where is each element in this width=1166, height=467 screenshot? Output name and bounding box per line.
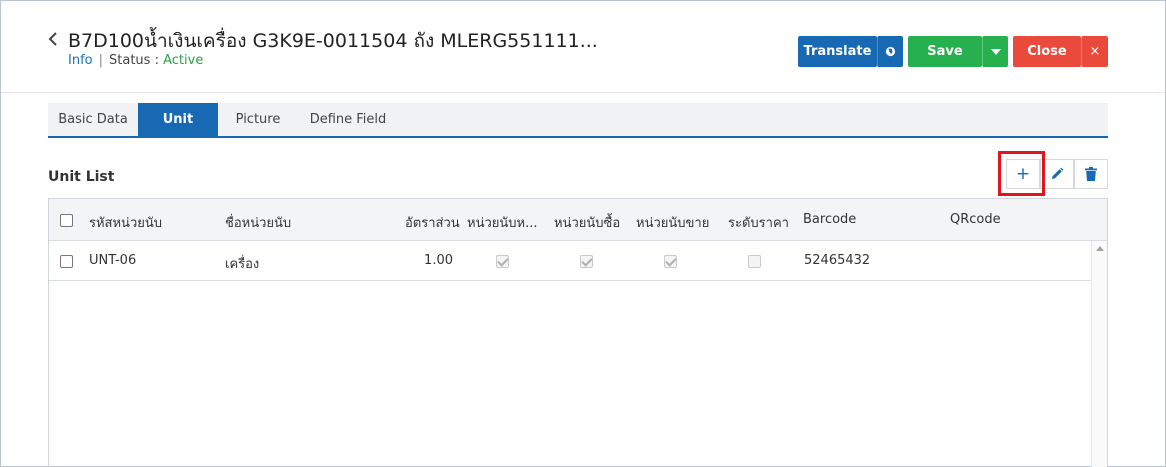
tab-basic-data[interactable]: Basic Data xyxy=(48,103,138,136)
table-row[interactable]: UNT-06 เครื่อง 1.00 52465432 xyxy=(49,241,1091,281)
col-price-level[interactable]: ระดับราคา xyxy=(728,212,789,233)
status-label: Status xyxy=(109,53,151,68)
scroll-up-icon[interactable] xyxy=(1096,246,1104,251)
col-base-unit[interactable]: หน่วยนับห... xyxy=(467,212,537,233)
info-link[interactable]: Info xyxy=(68,53,93,68)
cell-sales-unit-checkbox xyxy=(664,255,677,268)
unit-list-title: Unit List xyxy=(48,169,115,185)
status-line: Info | Status : Active xyxy=(68,53,203,68)
save-button[interactable]: Save xyxy=(908,36,982,67)
plus-icon: + xyxy=(1015,163,1031,184)
col-qrcode[interactable]: QRcode xyxy=(950,212,1001,227)
tab-unit[interactable]: Unit xyxy=(138,103,218,136)
unit-grid: รหัสหน่วยนับ ชื่อหน่วยนับ อัตราส่วน หน่ว… xyxy=(48,198,1108,467)
select-all-checkbox[interactable] xyxy=(60,214,73,227)
trash-icon xyxy=(1085,167,1097,181)
col-unit-name[interactable]: ชื่อหน่วยนับ xyxy=(225,212,291,233)
status-value: Active xyxy=(163,53,204,68)
cell-unit-code: UNT-06 xyxy=(89,253,137,268)
page-title: B7D100น้ำเงินเครื่อง G3K9E-0011504 ถัง M… xyxy=(68,30,598,52)
cell-unit-name: เครื่อง xyxy=(225,257,260,272)
grid-header: รหัสหน่วยนับ ชื่อหน่วยนับ อัตราส่วน หน่ว… xyxy=(49,199,1107,241)
col-ratio[interactable]: อัตราส่วน xyxy=(405,212,460,233)
chevron-left-icon[interactable] xyxy=(45,29,61,49)
cell-price-level-checkbox xyxy=(748,255,761,268)
translate-globe-button[interactable] xyxy=(877,36,903,67)
grid-scrollbar[interactable] xyxy=(1091,241,1107,467)
cell-ratio: 1.00 xyxy=(424,253,453,268)
close-button[interactable]: Close xyxy=(1013,36,1081,67)
save-dropdown-button[interactable] xyxy=(982,36,1008,67)
status-colon: : xyxy=(154,53,159,68)
translate-button[interactable]: Translate xyxy=(798,36,877,67)
cell-purchase-unit-checkbox xyxy=(580,255,593,268)
col-sales-unit[interactable]: หน่วยนับขาย xyxy=(636,212,709,233)
add-unit-button[interactable]: + xyxy=(1006,159,1040,189)
tab-define-field[interactable]: Define Field xyxy=(298,103,398,136)
col-unit-code[interactable]: รหัสหน่วยนับ xyxy=(89,212,162,233)
page-header: B7D100น้ำเงินเครื่อง G3K9E-0011504 ถัง M… xyxy=(1,1,1165,93)
globe-icon xyxy=(885,46,896,57)
cell-base-unit-checkbox xyxy=(496,255,509,268)
row-select-checkbox[interactable] xyxy=(60,255,73,268)
close-icon[interactable]: × xyxy=(1081,36,1108,67)
delete-unit-button[interactable] xyxy=(1074,159,1108,189)
tab-bar: Basic Data Unit Picture Define Field xyxy=(48,103,1108,138)
col-purchase-unit[interactable]: หน่วยนับซื้อ xyxy=(554,212,620,233)
tab-picture[interactable]: Picture xyxy=(218,103,298,136)
col-barcode[interactable]: Barcode xyxy=(803,212,856,227)
separator: | xyxy=(98,53,103,68)
caret-down-icon xyxy=(990,48,1001,55)
pencil-icon xyxy=(1052,167,1064,179)
edit-unit-button[interactable] xyxy=(1040,159,1074,189)
cell-barcode: 52465432 xyxy=(804,253,871,268)
